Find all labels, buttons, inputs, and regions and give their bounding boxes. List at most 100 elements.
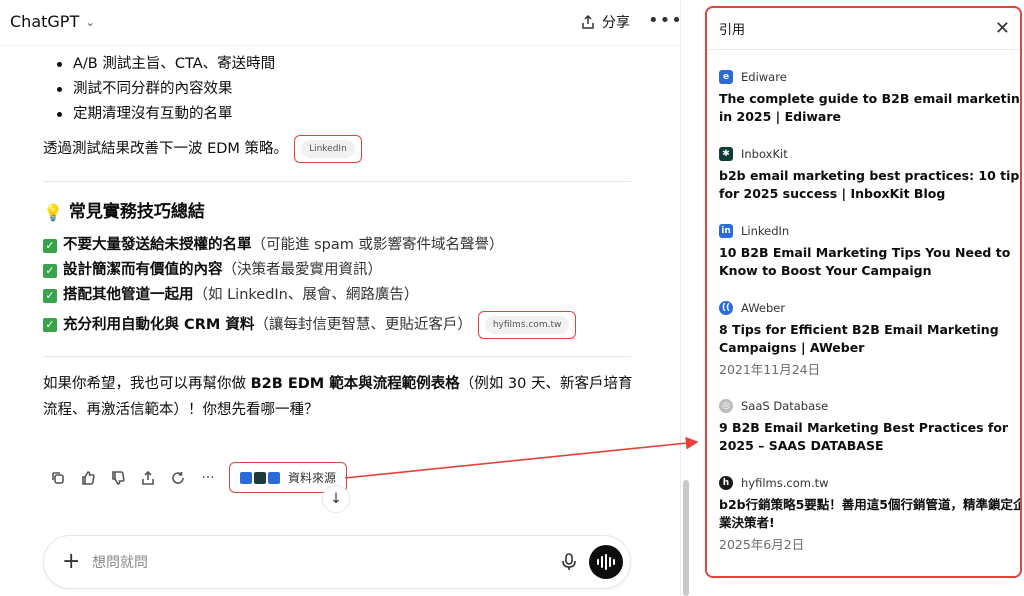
app-title: ChatGPT (10, 12, 80, 31)
more-actions-button[interactable]: ··· (193, 463, 223, 493)
model-switcher[interactable]: ChatGPT ⌄ (10, 12, 95, 31)
share-icon (582, 14, 594, 29)
divider (43, 181, 631, 182)
source-name: hyfilms.com.tw (741, 476, 829, 490)
tip-item: ✓ 設計簡潔而有價值的內容 （決策者最愛實用資訊） (43, 258, 638, 283)
citation-date: 2025年6月2日 (719, 537, 805, 552)
microphone-icon (562, 553, 576, 570)
scrollbar[interactable] (683, 480, 689, 596)
citation-item[interactable]: h hyfilms.com.tw b2b行銷策略5要點！善用這5個行銷管道，精準… (719, 474, 1020, 553)
closing-bold: B2B EDM 範本與流程範例表格 (250, 376, 460, 392)
linkedin-icon: in (719, 224, 733, 238)
citation-item[interactable]: (( AWeber 8 Tips for Efficient B2B Email… (719, 299, 1020, 378)
citation-source: in LinkedIn (719, 222, 1020, 240)
regenerate-button[interactable] (163, 463, 193, 493)
inboxkit-icon (254, 471, 266, 484)
tip-rest: （可能進 spam 或影響寄件域名聲譽） (251, 237, 504, 253)
linkedin-icon (268, 471, 280, 484)
chat-header: ChatGPT ⌄ 分享 ••• (0, 0, 683, 46)
thumbs-down-button[interactable] (103, 463, 133, 493)
citation-title[interactable]: 9 B2B Email Marketing Best Practices for… (719, 419, 1020, 455)
lightbulb-icon: 💡 (43, 203, 63, 222)
citation-title[interactable]: 10 B2B Email Marketing Tips You Need to … (719, 244, 1020, 280)
citation-title[interactable]: 8 Tips for Efficient B2B Email Marketing… (719, 321, 1020, 357)
share-button[interactable]: 分享 (580, 12, 630, 32)
citation-item[interactable]: ◎ SaaS Database 9 B2B Email Marketing Be… (719, 397, 1020, 455)
list-item: 測試不同分群的內容效果 (53, 77, 638, 102)
list-item: 定期清理沒有互動的名單 (53, 102, 638, 127)
tip-bold: 搭配其他管道一起用 (63, 287, 194, 303)
thumbs-down-icon (112, 470, 125, 485)
checkmark-icon: ✓ (43, 288, 57, 303)
scroll-down-button[interactable]: ↓ (322, 485, 350, 513)
message-actions: ··· 資料來源 (43, 462, 348, 493)
citation-source: h hyfilms.com.tw (719, 474, 1020, 492)
closing-paragraph: 如果你希望，我也可以再幫你做 B2B EDM 範本與流程範例表格（例如 30 天… (43, 371, 638, 423)
citation-title[interactable]: b2b email marketing best practices: 10 t… (719, 167, 1020, 203)
closing-line-2: 流程、再激活信範本）！你想先看哪一種？ (43, 402, 319, 418)
tip-item: ✓ 充分利用自動化與 CRM 資料 （讓每封信更智慧、更貼近客戶） hyfilm… (43, 308, 638, 342)
tip-rest: （決策者最愛實用資訊） (222, 262, 383, 278)
citation-pill-hyfilms[interactable]: hyfilms.com.tw (484, 316, 570, 334)
inboxkit-icon: ✱ (719, 147, 733, 161)
prompt-input[interactable]: 想問就問 (92, 552, 148, 572)
citation-title[interactable]: b2b行銷策略5要點！善用這5個行銷管道，精準鎖定企業決策者! (719, 496, 1020, 532)
sources-label: 資料來源 (288, 471, 337, 485)
tip-item: ✓ 搭配其他管道一起用 （如 LinkedIn、展會、網路廣告） (43, 283, 638, 308)
citation-highlight: hyfilms.com.tw (477, 311, 577, 339)
voice-mode-button[interactable] (589, 545, 623, 579)
composer: + 想問就問 (43, 535, 631, 589)
close-icon[interactable]: ✕ (995, 19, 1010, 38)
bullet-list: A/B 測試主旨、CTA、寄送時間 測試不同分群的內容效果 定期清理沒有互動的名… (53, 52, 638, 127)
citation-source: e Ediware (719, 68, 1020, 86)
saas-database-icon: ◎ (719, 399, 733, 413)
hyfilms-icon: h (719, 476, 733, 490)
source-name: AWeber (741, 301, 786, 315)
dictate-button[interactable] (560, 552, 578, 572)
citation-item[interactable]: in LinkedIn 10 B2B Email Marketing Tips … (719, 222, 1020, 280)
copy-icon (52, 471, 64, 484)
tip-rest: （如 LinkedIn、展會、網路廣告） (193, 287, 419, 303)
closing-line-1: 如果你希望，我也可以再幫你做 B2B EDM 範本與流程範例表格（例如 30 天… (43, 371, 638, 397)
checkmark-icon: ✓ (43, 318, 57, 332)
improve-line: 透過測試結果改善下一波 EDM 策略。 LinkedIn (43, 135, 638, 163)
ediware-icon (240, 471, 252, 484)
ediware-icon: e (719, 70, 733, 84)
copy-button[interactable] (43, 463, 73, 493)
source-name: SaaS Database (741, 399, 829, 413)
more-options-button[interactable]: ••• (648, 10, 683, 31)
aweber-icon: (( (719, 301, 733, 315)
citation-highlight: LinkedIn (294, 135, 362, 163)
citation-source: (( AWeber (719, 299, 1020, 317)
thumbs-up-button[interactable] (73, 463, 103, 493)
section-title-text: 常見實務技巧總結 (68, 202, 205, 222)
citation-date: 2021年11月24日 (719, 362, 821, 377)
panel-header: 引用 ✕ (707, 8, 1020, 50)
tip-bold: 不要大量發送給未授權的名單 (63, 237, 252, 253)
assistant-message: A/B 測試主旨、CTA、寄送時間 測試不同分群的內容效果 定期清理沒有互動的名… (43, 52, 638, 423)
citation-title[interactable]: The complete guide to B2B email marketin… (719, 90, 1020, 126)
citation-pill-linkedin[interactable]: LinkedIn (301, 140, 355, 158)
waveform-icon (597, 554, 615, 570)
share-label: 分享 (602, 15, 630, 31)
thumbs-up-icon (82, 470, 95, 485)
add-attachment-button[interactable]: + (62, 549, 80, 574)
share-message-button[interactable] (133, 463, 163, 493)
refresh-icon (172, 471, 184, 484)
checkmark-icon: ✓ (43, 263, 57, 278)
closing-text-b: （例如 30 天、新客戶培育 (459, 376, 633, 392)
citations-panel: 引用 ✕ e Ediware The complete guide to B2B… (705, 6, 1022, 578)
section-title: 💡 常見實務技巧總結 (43, 200, 638, 225)
citation-item[interactable]: e Ediware The complete guide to B2B emai… (719, 68, 1020, 126)
arrow-down-icon: ↓ (330, 491, 342, 507)
chevron-down-icon: ⌄ (85, 14, 96, 29)
source-name: InboxKit (741, 147, 788, 161)
source-name: Ediware (741, 70, 787, 84)
tip-bold: 充分利用自動化與 CRM 資料 (63, 316, 255, 333)
list-item: A/B 測試主旨、CTA、寄送時間 (53, 52, 638, 77)
improve-text: 透過測試結果改善下一波 EDM 策略。 (43, 140, 289, 157)
tip-rest: （讓每封信更智慧、更貼近客戶） (254, 316, 472, 333)
citation-item[interactable]: ✱ InboxKit b2b email marketing best prac… (719, 145, 1020, 203)
checkmark-icon: ✓ (43, 238, 57, 253)
panel-title: 引用 (719, 23, 746, 38)
